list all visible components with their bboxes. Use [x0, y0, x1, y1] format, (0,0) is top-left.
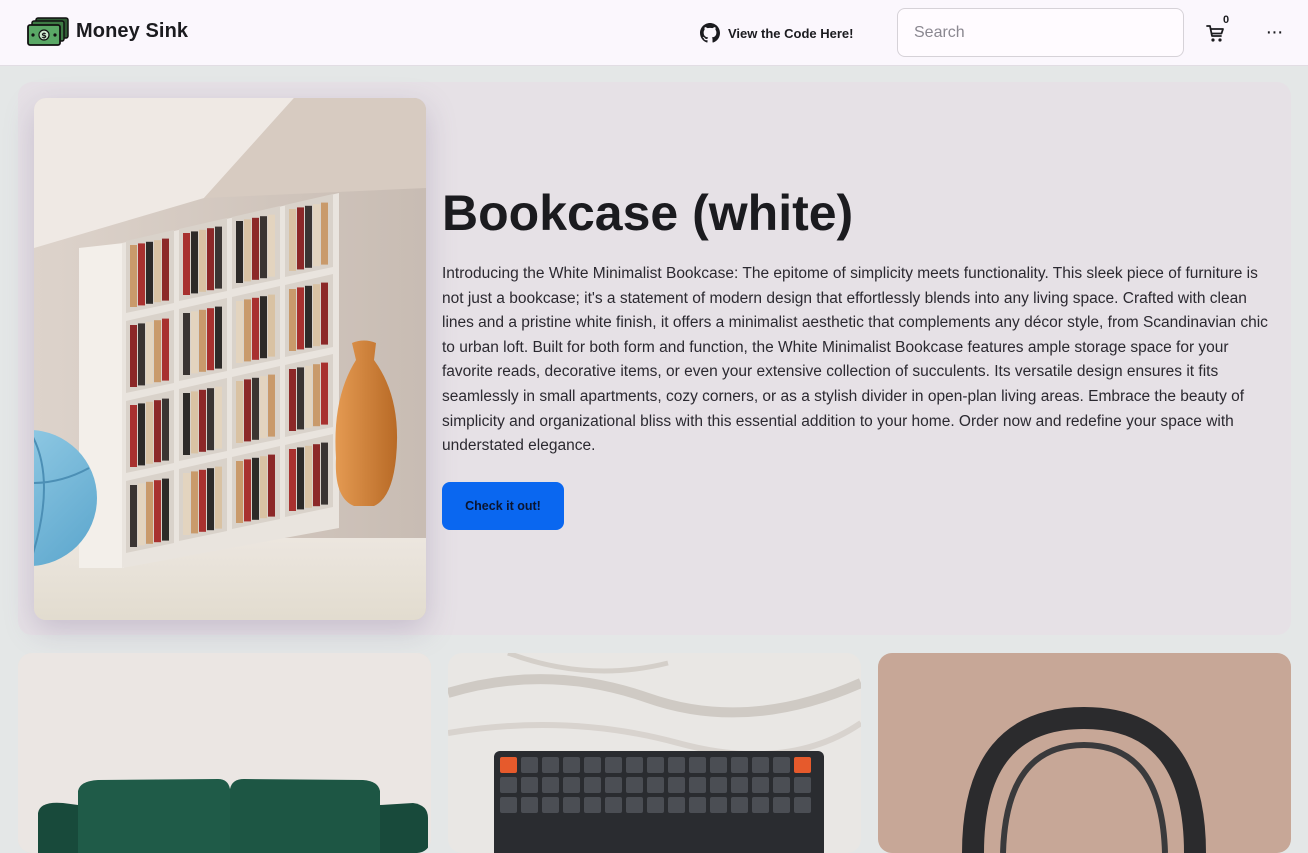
headphones-image	[878, 653, 1291, 853]
green-sofa-image	[18, 653, 431, 853]
product-card-headphones[interactable]	[878, 653, 1291, 853]
featured-product-image[interactable]	[34, 98, 426, 620]
product-title: Bookcase (white)	[442, 185, 854, 241]
mechanical-keyboard-image	[448, 653, 861, 853]
cart-count-badge: 0	[1223, 14, 1230, 26]
more-options-button[interactable]: ···	[1262, 20, 1286, 44]
money-logo-icon[interactable]: $	[26, 17, 70, 47]
svg-text:$: $	[41, 31, 47, 40]
view-code-label: View the Code Here!	[728, 25, 854, 41]
product-card-keyboard[interactable]	[448, 653, 861, 853]
github-icon	[700, 23, 720, 43]
view-code-link[interactable]: View the Code Here!	[700, 22, 853, 44]
shopping-cart-icon	[1206, 25, 1224, 42]
search-input[interactable]	[897, 8, 1184, 57]
bookcase-image	[34, 98, 426, 620]
check-it-out-button[interactable]: Check it out!	[442, 482, 564, 530]
top-navbar: $ Money Sink View the Code Here! 0 ···	[0, 0, 1308, 66]
product-card-sofa[interactable]	[18, 653, 431, 853]
brand-title[interactable]: Money Sink	[76, 20, 188, 43]
product-description: Introducing the White Minimalist Bookcas…	[442, 265, 1268, 455]
cart-button[interactable]: 0	[1206, 14, 1236, 45]
